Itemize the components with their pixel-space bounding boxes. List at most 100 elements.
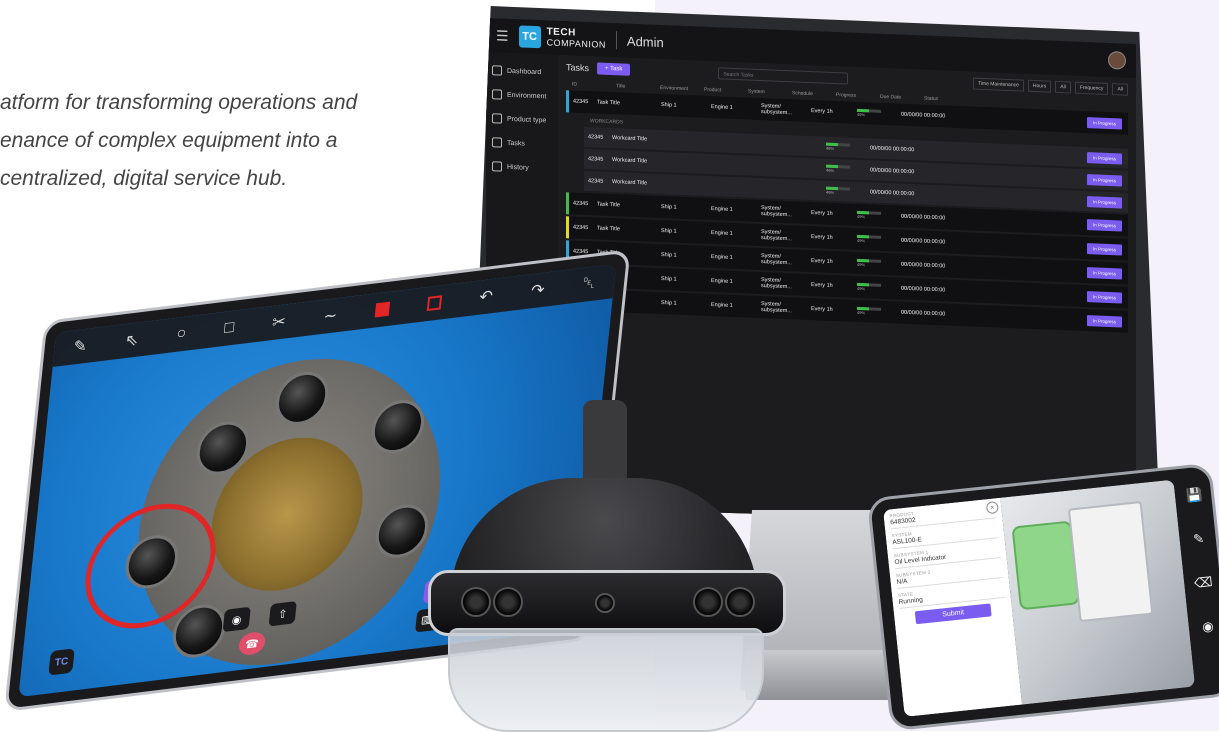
task-product: Engine 1 (711, 278, 733, 285)
close-icon[interactable]: × (985, 501, 999, 515)
progress-percent: 49% (826, 167, 835, 173)
brand-name: TECH COMPANION (547, 26, 606, 49)
progress-percent: 49% (857, 309, 866, 315)
nav-product-type[interactable]: Product type (486, 106, 558, 133)
progress-cell: 49% (857, 282, 897, 293)
undo-icon[interactable]: ↶ (478, 286, 494, 308)
task-environment: Ship 1 (661, 300, 677, 307)
task-title: Task Title (597, 201, 620, 209)
task-system: System/ subsystem... (761, 229, 792, 243)
col-title: Title (616, 83, 626, 90)
status-button[interactable]: In Progress (1086, 116, 1122, 130)
red-outline-swatch[interactable] (426, 295, 443, 312)
layers-icon (492, 89, 502, 100)
submit-button[interactable]: Submit (914, 603, 992, 625)
tagline: atform for transforming operations and e… (0, 84, 470, 198)
workcard-title: Workcard Title (612, 135, 648, 143)
tagline-line-2: enance of complex equipment into a (0, 129, 338, 152)
tc-app-badge[interactable]: TC (48, 648, 75, 676)
col-status: Status (924, 95, 939, 103)
clock-icon (492, 161, 502, 172)
filter-bar: Time Maintenance Hours All Frequency All (972, 77, 1128, 96)
camera-icon[interactable]: ◉ (1201, 618, 1214, 635)
progress-percent: 49% (857, 111, 866, 117)
search-input[interactable]: Search Tasks (718, 67, 849, 85)
page-title: Tasks (566, 62, 590, 74)
task-environment: Ship 1 (661, 204, 677, 211)
col-system: System (748, 88, 765, 96)
task-product: Engine 1 (711, 230, 733, 237)
filter-frequency-value[interactable]: All (1112, 83, 1128, 96)
save-icon[interactable]: 💾 (1185, 487, 1203, 505)
nav-dashboard[interactable]: Dashboard (486, 58, 558, 85)
progress-cell: 49% (857, 234, 897, 245)
user-avatar[interactable] (1108, 50, 1126, 70)
hamburger-menu-icon[interactable]: ☰ (496, 27, 509, 45)
col-id: ID (572, 81, 577, 88)
smartphone-device: × PRODUCT 6483002 SYSTEM ASL100-E SUBSYSTEM … (866, 462, 1219, 732)
nav-tasks[interactable]: Tasks (486, 130, 558, 157)
annotation-toolbar: ✎ ⇖ ○ □ ✂ ∼ ↶ ↷ ␡ (52, 263, 617, 368)
filter-hours-value[interactable]: All (1055, 80, 1071, 94)
task-system: System/ subsystem... (761, 103, 792, 117)
redo-icon[interactable]: ↷ (530, 280, 546, 302)
pen-icon[interactable]: ✎ (1193, 531, 1206, 548)
select-icon[interactable]: ⇖ (124, 329, 140, 351)
nav-label: Product type (507, 115, 547, 124)
machinery-block-image (1067, 501, 1154, 623)
status-button[interactable]: In Progress (1086, 218, 1122, 232)
status-button[interactable]: In Progress (1086, 195, 1122, 209)
col-schedule: Schedule (792, 90, 813, 98)
task-system: System/ subsystem... (761, 253, 792, 267)
progress-cell: 49% (826, 186, 866, 197)
progress-cell: 49% (826, 142, 866, 153)
square-icon[interactable]: □ (223, 319, 234, 338)
trash-icon[interactable]: ␡ (582, 274, 597, 294)
pen-icon[interactable]: ✎ (72, 336, 88, 358)
task-schedule: Every 1h (811, 258, 833, 265)
filter-time-maintenance[interactable]: Time Maintenance (972, 77, 1024, 92)
sensor-camera-icon (693, 587, 723, 617)
red-fill-swatch[interactable] (374, 301, 390, 318)
progress-percent: 49% (857, 237, 866, 243)
grid-icon (492, 65, 502, 76)
progress-cell: 49% (857, 306, 897, 317)
scissors-icon[interactable]: ✂ (271, 311, 287, 333)
status-button[interactable]: In Progress (1086, 290, 1122, 304)
progress-cell: 49% (826, 164, 866, 175)
status-button[interactable]: In Progress (1086, 173, 1122, 187)
add-task-button[interactable]: + Task (597, 62, 631, 76)
col-due-date: Due Date (880, 93, 902, 101)
filter-frequency[interactable]: Frequency (1074, 81, 1109, 95)
nav-environment[interactable]: Environment (486, 82, 558, 109)
task-due-date: 00/00/00 00:00:00 (901, 237, 946, 246)
tagline-line-1: atform for transforming operations and (0, 91, 358, 114)
col-progress: Progress (836, 92, 857, 99)
check-icon (492, 137, 502, 148)
task-due-date: 00/00/00 00:00:00 (901, 285, 946, 294)
nav-label: History (507, 163, 529, 172)
center-camera-icon (595, 593, 615, 613)
progress-cell: 49% (857, 210, 897, 221)
progress-percent: 49% (826, 189, 835, 195)
headset-visor (448, 628, 764, 732)
task-system: System/ subsystem... (761, 277, 792, 291)
workcard-id: 42345 (588, 178, 604, 185)
task-product: Engine 1 (711, 104, 733, 111)
status-button[interactable]: In Progress (1086, 266, 1122, 280)
status-button[interactable]: In Progress (1086, 151, 1122, 165)
headset-sensor-band (428, 570, 786, 636)
col-product: Product (704, 86, 722, 94)
progress-cell: 49% (857, 108, 897, 119)
tech-companion-logo: TC (518, 25, 541, 49)
wave-icon[interactable]: ∼ (323, 305, 339, 327)
task-title: Task Title (597, 225, 620, 233)
filter-hours[interactable]: Hours (1027, 79, 1052, 93)
task-environment: Ship 1 (661, 102, 677, 109)
status-button[interactable]: In Progress (1086, 314, 1122, 328)
nav-history[interactable]: History (486, 154, 558, 181)
circle-icon[interactable]: ○ (176, 325, 187, 344)
status-button[interactable]: In Progress (1086, 242, 1122, 256)
eraser-icon[interactable]: ⌫ (1193, 574, 1213, 592)
